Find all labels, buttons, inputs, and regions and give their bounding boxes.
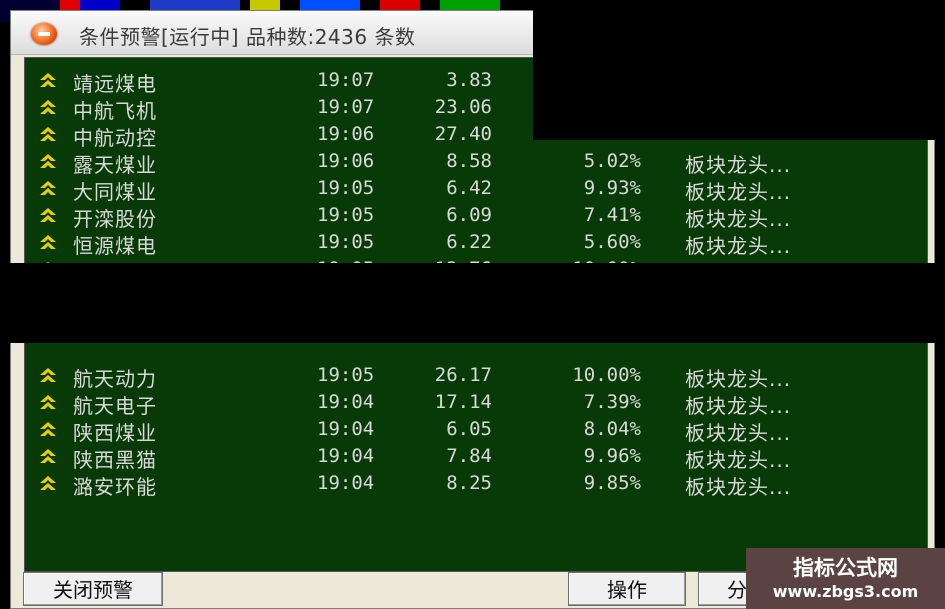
alert-row[interactable]: 航天动力 19:05 26.17 10.00% 板块龙头... xyxy=(25,363,927,391)
watermark-url: www.zbgs3.com xyxy=(772,582,919,601)
stock-name: 航天动力 xyxy=(73,367,157,391)
change-percent: 9.93% xyxy=(583,177,641,199)
alert-row[interactable]: 露天煤业 19:06 8.58 5.02% 板块龙头... xyxy=(25,149,927,177)
stock-name: 大同煤业 xyxy=(73,180,157,204)
window-title: 条件预警[运行中] 品种数:2436 条数 xyxy=(79,25,416,49)
alert-row[interactable]: 航天电子 19:04 17.14 7.39% 板块龙头... xyxy=(25,390,927,418)
alert-row[interactable]: 陕西黑猫 19:04 7.84 9.96% 板块龙头... xyxy=(25,444,927,472)
alert-reason: 板块龙头... xyxy=(685,421,792,445)
alert-time: 19:05 xyxy=(317,231,375,253)
operate-button[interactable]: 操作 xyxy=(568,572,686,606)
up-arrow-icon xyxy=(40,127,56,141)
change-percent: 8.04% xyxy=(583,418,641,440)
stock-name: 潞安环能 xyxy=(73,475,157,499)
stock-price: 17.14 xyxy=(434,391,492,413)
alert-time: 19:05 xyxy=(317,364,375,386)
alert-reason: 板块龙头... xyxy=(685,180,792,204)
redaction-block-top xyxy=(533,0,945,140)
up-arrow-icon xyxy=(40,181,56,195)
up-arrow-icon xyxy=(40,476,56,490)
stock-name: 恒源煤电 xyxy=(73,234,157,258)
alert-reason: 板块龙头... xyxy=(685,153,792,177)
stock-name: 中航动控 xyxy=(73,126,157,150)
up-arrow-icon xyxy=(40,422,56,436)
alert-reason: 板块龙头... xyxy=(685,394,792,418)
alert-row[interactable]: 恒源煤电 19:05 6.22 5.60% 板块龙头... xyxy=(25,230,927,258)
alert-reason: 板块龙头... xyxy=(685,367,792,391)
stock-name: 中航飞机 xyxy=(73,99,157,123)
alert-row[interactable]: 陕西煤业 19:04 6.05 8.04% 板块龙头... xyxy=(25,417,927,445)
alert-time: 19:04 xyxy=(317,418,375,440)
stock-price: 6.42 xyxy=(446,177,492,199)
alert-reason: 板块龙头... xyxy=(685,448,792,472)
up-arrow-icon xyxy=(40,368,56,382)
stock-name: 陕西煤业 xyxy=(73,421,157,445)
up-arrow-icon xyxy=(40,154,56,168)
alert-time: 19:04 xyxy=(317,391,375,413)
stock-name: 靖远煤电 xyxy=(73,72,157,96)
change-percent: 5.60% xyxy=(583,231,641,253)
change-percent: 10.00% xyxy=(572,364,641,386)
alert-reason: 板块龙头... xyxy=(685,207,792,231)
stock-price: 8.25 xyxy=(446,472,492,494)
change-percent: 5.02% xyxy=(583,150,641,172)
up-arrow-icon xyxy=(40,100,56,114)
up-arrow-icon xyxy=(40,449,56,463)
stock-price: 7.84 xyxy=(446,445,492,467)
stock-price: 6.09 xyxy=(446,204,492,226)
stock-price: 26.17 xyxy=(434,364,492,386)
up-arrow-icon xyxy=(40,73,56,87)
change-percent: 9.85% xyxy=(583,472,641,494)
stock-price: 6.05 xyxy=(446,418,492,440)
stock-price: 27.40 xyxy=(434,123,492,145)
stock-price: 3.83 xyxy=(446,69,492,91)
stock-name: 开滦股份 xyxy=(73,207,157,231)
alert-time: 19:07 xyxy=(317,96,375,118)
up-arrow-icon xyxy=(40,235,56,249)
stock-name: 陕西黑猫 xyxy=(73,448,157,472)
change-percent: 7.39% xyxy=(583,391,641,413)
alert-time: 19:05 xyxy=(317,177,375,199)
alert-time: 19:06 xyxy=(317,123,375,145)
stock-name: 露天煤业 xyxy=(73,153,157,177)
change-percent: 9.96% xyxy=(583,445,641,467)
alert-row[interactable]: 潞安环能 19:04 8.25 9.85% 板块龙头... xyxy=(25,471,927,499)
stock-price: 23.06 xyxy=(434,96,492,118)
alert-reason: 板块龙头... xyxy=(685,234,792,258)
close-alert-button[interactable]: 关闭预警 xyxy=(23,572,163,606)
stock-price: 8.58 xyxy=(446,150,492,172)
alert-time: 19:05 xyxy=(317,204,375,226)
change-percent: 7.41% xyxy=(583,204,641,226)
alert-time: 19:04 xyxy=(317,472,375,494)
up-arrow-icon xyxy=(40,208,56,222)
redaction-block-middle xyxy=(0,263,945,343)
stock-price: 6.22 xyxy=(446,231,492,253)
watermark: 指标公式网 www.zbgs3.com xyxy=(746,548,945,609)
alert-time: 19:04 xyxy=(317,445,375,467)
alert-row[interactable]: 大同煤业 19:05 6.42 9.93% 板块龙头... xyxy=(25,176,927,204)
alert-time: 19:06 xyxy=(317,150,375,172)
alert-time: 19:07 xyxy=(317,69,375,91)
watermark-title: 指标公式网 xyxy=(793,556,898,580)
alert-reason: 板块龙头... xyxy=(685,475,792,499)
alert-row[interactable]: 开滦股份 19:05 6.09 7.41% 板块龙头... xyxy=(25,203,927,231)
up-arrow-icon xyxy=(40,395,56,409)
stock-name: 航天电子 xyxy=(73,394,157,418)
app-orb-icon xyxy=(31,23,57,45)
